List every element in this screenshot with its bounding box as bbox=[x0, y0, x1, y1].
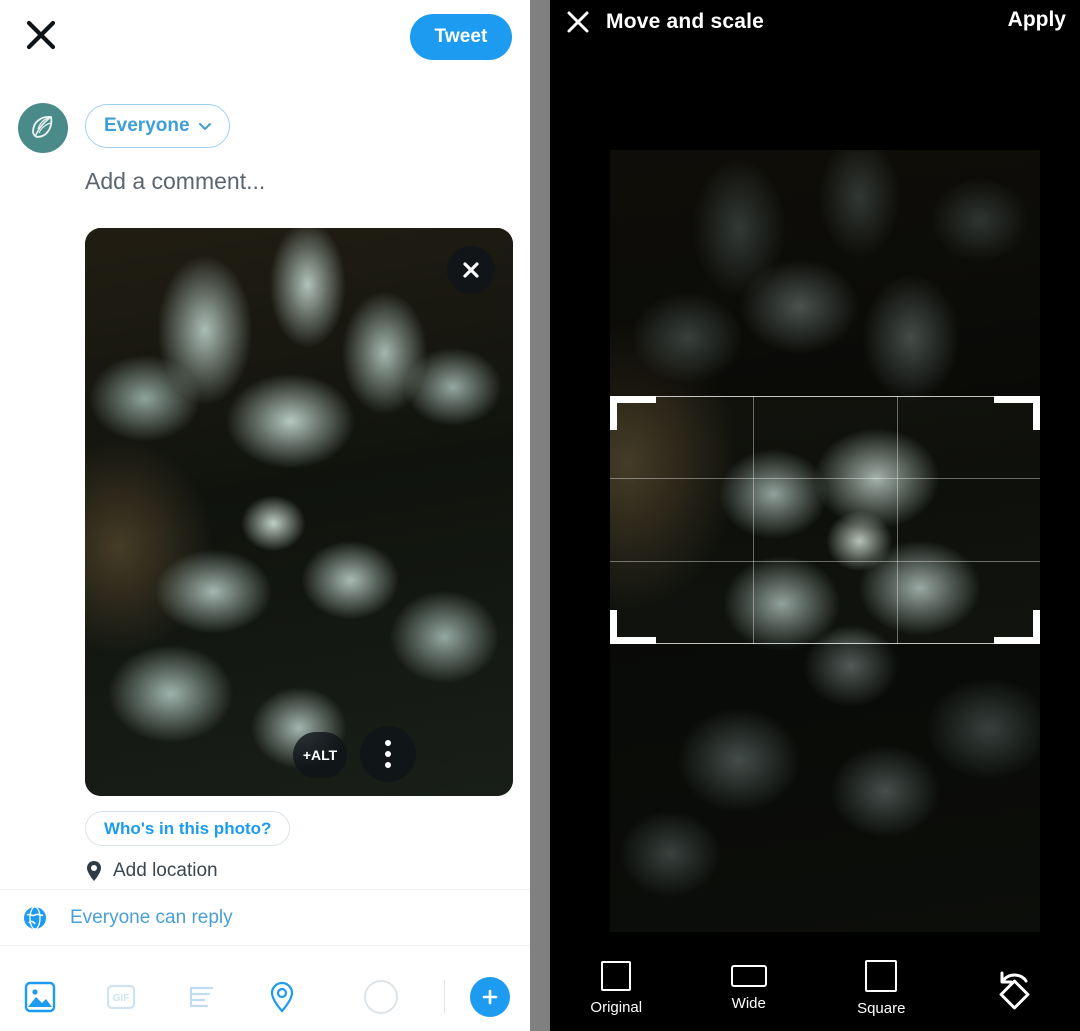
dot bbox=[385, 762, 391, 768]
compose-panel: Tweet Everyone Add a comment... +ALT Who… bbox=[0, 0, 530, 1031]
svg-text:GIF: GIF bbox=[113, 993, 130, 1004]
apply-button[interactable]: Apply bbox=[1008, 8, 1066, 32]
reply-setting-row[interactable]: Everyone can reply bbox=[0, 890, 530, 946]
audience-selector[interactable]: Everyone bbox=[85, 104, 230, 148]
cropper-close-icon[interactable] bbox=[550, 9, 606, 35]
tweet-button[interactable]: Tweet bbox=[410, 14, 512, 60]
alt-text-badge[interactable]: +ALT bbox=[293, 732, 347, 778]
screen-root: Tweet Everyone Add a comment... +ALT Who… bbox=[0, 0, 1080, 1031]
compose-header: Tweet bbox=[0, 0, 530, 78]
media-more-button[interactable] bbox=[360, 726, 416, 782]
square-outline-icon bbox=[601, 960, 632, 991]
add-tweet-button[interactable] bbox=[449, 977, 530, 1017]
add-location-button[interactable]: Add location bbox=[85, 860, 218, 882]
ratio-label: Square bbox=[857, 999, 906, 1017]
comment-input-placeholder[interactable]: Add a comment... bbox=[85, 168, 265, 195]
remove-media-button[interactable] bbox=[447, 246, 495, 294]
tag-people-button[interactable]: Who's in this photo? bbox=[85, 811, 291, 846]
ratio-label: Original bbox=[590, 998, 643, 1016]
close-x-icon[interactable] bbox=[22, 16, 60, 54]
panel-divider bbox=[530, 0, 550, 1031]
toolbar-separator bbox=[444, 980, 446, 1014]
cropper-panel: Move and scale Apply Original Wide Squar… bbox=[550, 0, 1080, 1031]
rectangle-outline-icon bbox=[730, 964, 767, 987]
succulent-photo bbox=[85, 228, 513, 796]
ratio-option-wide[interactable]: Wide bbox=[683, 964, 816, 1012]
rotate-icon bbox=[999, 971, 1030, 1010]
character-count-ring bbox=[322, 980, 440, 1014]
avatar[interactable] bbox=[18, 103, 68, 153]
location-icon[interactable] bbox=[242, 980, 323, 1014]
leaf-avatar-icon bbox=[32, 116, 53, 138]
rotate-button[interactable] bbox=[948, 965, 1080, 1011]
cropper-header: Move and scale Apply bbox=[550, 0, 1080, 44]
compose-toolbar: GIF bbox=[0, 963, 530, 1031]
globe-icon bbox=[24, 906, 46, 930]
poll-icon[interactable] bbox=[161, 980, 242, 1014]
square-outline-icon bbox=[865, 959, 898, 992]
ratio-option-square[interactable]: Square bbox=[815, 959, 948, 1017]
ratio-option-original[interactable]: Original bbox=[550, 960, 683, 1016]
cropper-title: Move and scale bbox=[606, 10, 765, 33]
reply-setting-label: Everyone can reply bbox=[70, 907, 233, 928]
location-pin-icon bbox=[87, 861, 101, 881]
plus-icon bbox=[482, 989, 497, 1005]
divider-above-toolbar bbox=[0, 945, 530, 946]
crop-stage[interactable] bbox=[610, 150, 1040, 932]
add-location-label: Add location bbox=[113, 860, 218, 881]
succulent-photo-large bbox=[610, 150, 1040, 932]
media-preview[interactable] bbox=[85, 228, 513, 796]
ratio-label: Wide bbox=[731, 994, 766, 1012]
aspect-ratio-bar: Original Wide Square bbox=[550, 945, 1080, 1031]
media-icon[interactable] bbox=[0, 980, 81, 1014]
gif-icon[interactable]: GIF bbox=[81, 980, 162, 1014]
audience-label: Everyone bbox=[104, 115, 190, 136]
chevron-down-icon bbox=[198, 123, 211, 130]
dot bbox=[385, 740, 391, 746]
dot bbox=[385, 751, 391, 757]
